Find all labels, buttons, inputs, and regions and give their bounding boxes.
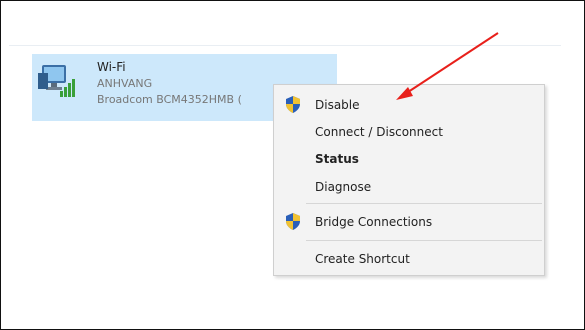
annotation-arrow-icon (396, 32, 499, 100)
